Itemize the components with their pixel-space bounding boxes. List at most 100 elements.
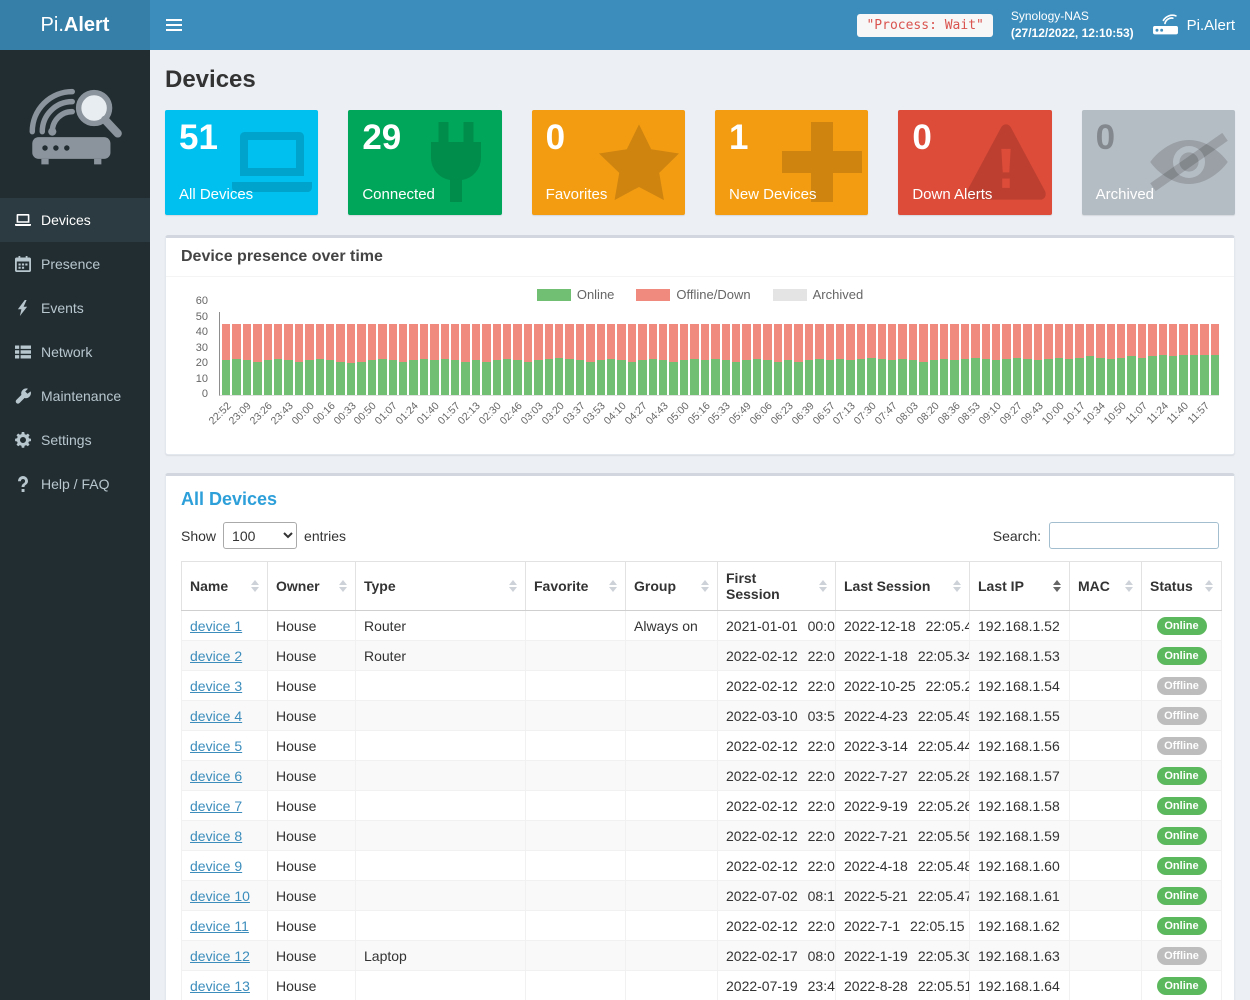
status-badge: Offline (1157, 947, 1207, 965)
chart-bars (222, 312, 1219, 395)
device-link[interactable]: device 4 (190, 708, 242, 724)
column-header-owner[interactable]: Owner (268, 562, 356, 611)
brand-logo-text-bold: Alert (64, 14, 110, 37)
device-link[interactable]: device 8 (190, 828, 242, 844)
device-link[interactable]: device 3 (190, 678, 242, 694)
chart-bar (1159, 312, 1167, 395)
calendar-icon (15, 256, 31, 272)
chart-bar (898, 312, 906, 395)
column-header-favorite[interactable]: Favorite (526, 562, 626, 611)
sort-icon (1047, 580, 1061, 592)
device-mac (1070, 851, 1142, 881)
device-type: Laptop (356, 941, 526, 971)
chart-bar (1075, 312, 1083, 395)
column-header-last-session[interactable]: Last Session (836, 562, 970, 611)
chart-bar (826, 312, 834, 395)
stat-value: 1 (729, 120, 854, 157)
device-link[interactable]: device 6 (190, 768, 242, 784)
legend-item-online[interactable]: Online (537, 287, 615, 302)
chart-bar (763, 312, 771, 395)
network-icon (15, 344, 31, 360)
stat-label: Down Alerts (912, 186, 1037, 203)
device-link[interactable]: device 5 (190, 738, 242, 754)
column-header-last-ip[interactable]: Last IP (970, 562, 1070, 611)
stat-card-favorites[interactable]: 0Favorites (532, 110, 685, 215)
stat-value: 0 (1096, 120, 1221, 157)
brand-logo[interactable]: Pi.Alert (0, 0, 150, 50)
y-tick-label: 60 (196, 295, 208, 307)
sort-icon (245, 580, 259, 592)
stat-card-connected[interactable]: 29Connected (348, 110, 501, 215)
topbar-brand[interactable]: Pi.Alert (1152, 14, 1235, 36)
sidebar-item-settings[interactable]: Settings (0, 418, 150, 462)
devices-table-panel: All Devices Show 100 entries Search: Nam… (165, 473, 1235, 1000)
sidebar-item-maintenance[interactable]: Maintenance (0, 374, 150, 418)
x-tick-label: 22:52 (206, 400, 233, 427)
sort-icon (1119, 580, 1133, 592)
column-header-type[interactable]: Type (356, 562, 526, 611)
chart-bar (930, 312, 938, 395)
stat-cards: 51All Devices 29Connected 0Favorites 1New D… (165, 110, 1235, 215)
chart-bar (680, 312, 688, 395)
search-input[interactable] (1049, 522, 1219, 549)
chart-bar (472, 312, 480, 395)
column-header-first-session[interactable]: First Session (718, 562, 836, 611)
column-header-group[interactable]: Group (626, 562, 718, 611)
sidebar-item-devices[interactable]: Devices (0, 198, 150, 242)
sidebar-item-help-faq[interactable]: Help / FAQ (0, 462, 150, 506)
chart-bar (597, 312, 605, 395)
device-link[interactable]: device 7 (190, 798, 242, 814)
chart-bar (1127, 312, 1135, 395)
device-row-device-6: device 6House2022-02-1222:052022-7-2722:… (182, 761, 1222, 791)
topbar: Pi.Alert "Process: Wait" Synology-NAS (2… (0, 0, 1250, 50)
device-link[interactable]: device 12 (190, 948, 250, 964)
status-badge: Online (1157, 827, 1207, 845)
stat-card-archived[interactable]: 0Archived (1082, 110, 1235, 215)
device-last-ip: 192.168.1.61 (970, 881, 1070, 911)
stat-value: 0 (546, 120, 671, 157)
column-label: First Session (726, 570, 813, 602)
stat-card-all-devices[interactable]: 51All Devices (165, 110, 318, 215)
device-last-ip: 192.168.1.59 (970, 821, 1070, 851)
chart-bar (347, 312, 355, 395)
device-type (356, 731, 526, 761)
device-group (626, 821, 718, 851)
page-length-select[interactable]: 100 (223, 522, 297, 549)
column-header-name[interactable]: Name (182, 562, 268, 611)
chart-bar (1065, 312, 1073, 395)
device-link[interactable]: device 11 (190, 918, 249, 934)
stat-value: 29 (362, 120, 487, 157)
device-link[interactable]: device 13 (190, 978, 250, 994)
chart-bar (305, 312, 313, 395)
chart-bar (669, 312, 677, 395)
chart-bar (222, 312, 230, 395)
top-navbar: "Process: Wait" Synology-NAS (27/12/2022… (150, 0, 1250, 50)
chart-bar (545, 312, 553, 395)
sidebar-item-presence[interactable]: Presence (0, 242, 150, 286)
device-owner: House (268, 851, 356, 881)
device-row-device-12: device 12HouseLaptop2022-02-1708:052022-… (182, 941, 1222, 971)
sidebar-toggle-button[interactable] (150, 0, 198, 50)
device-link[interactable]: device 9 (190, 858, 242, 874)
device-last-session: 2022-4-1822:05.48 (836, 851, 970, 881)
chart-bar (232, 312, 240, 395)
stat-card-down-alerts[interactable]: 0Down Alerts (898, 110, 1051, 215)
status-badge: Offline (1157, 737, 1207, 755)
chart-bar (1179, 312, 1187, 395)
sidebar-item-events[interactable]: Events (0, 286, 150, 330)
device-link[interactable]: device 1 (190, 618, 242, 634)
chart-bar (950, 312, 958, 395)
column-header-status[interactable]: Status (1142, 562, 1222, 611)
device-last-session: 2022-1-1922:05.30 (836, 941, 970, 971)
legend-item-archived[interactable]: Archived (773, 287, 864, 302)
main-content: Devices 51All Devices29Connected0Favorit… (150, 50, 1250, 1000)
column-header-mac[interactable]: MAC (1070, 562, 1142, 611)
device-link[interactable]: device 2 (190, 648, 242, 664)
column-label: Type (364, 578, 396, 594)
device-owner: House (268, 941, 356, 971)
device-link[interactable]: device 10 (190, 888, 250, 904)
page-length-control: Show 100 entries (181, 522, 346, 549)
stat-card-new-devices[interactable]: 1New Devices (715, 110, 868, 215)
legend-item-offline-down[interactable]: Offline/Down (636, 287, 750, 302)
sidebar-item-network[interactable]: Network (0, 330, 150, 374)
